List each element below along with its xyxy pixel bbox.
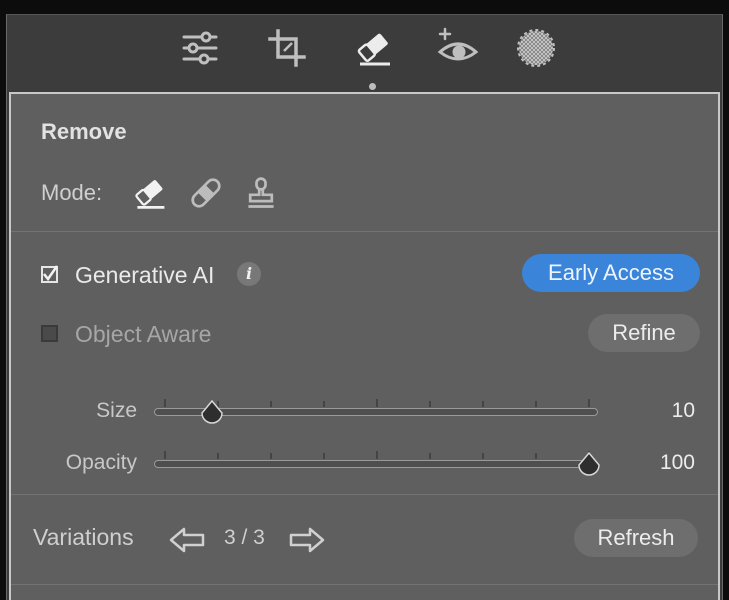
opacity-slider-track[interactable] — [154, 451, 600, 476]
mask-icon[interactable] — [514, 26, 558, 70]
next-variation-button[interactable] — [288, 526, 326, 554]
panel-title: Remove — [41, 119, 127, 144]
slider-tick — [429, 453, 431, 459]
generative-ai-label: Generative AI — [75, 262, 215, 288]
slider-tick — [535, 453, 537, 459]
slider-tick — [535, 401, 537, 407]
slider-tick — [429, 401, 431, 407]
early-access-button[interactable]: Early Access — [522, 254, 700, 292]
size-label: Size — [96, 399, 137, 422]
slider-tick — [588, 399, 590, 407]
object-aware-label: Object Aware — [75, 321, 212, 347]
refine-button[interactable]: Refine — [588, 314, 700, 352]
variations-count: 3 / 3 — [224, 526, 265, 549]
size-slider-thumb[interactable] — [200, 399, 224, 424]
remove-panel: Remove Mode: Generative AI i Early Acces… — [9, 92, 720, 600]
slider-tick — [323, 453, 325, 459]
slider-tick — [323, 401, 325, 407]
divider — [11, 584, 718, 585]
slider-tick — [376, 399, 378, 407]
slider-tick — [270, 401, 272, 407]
opacity-slider-thumb[interactable] — [577, 451, 601, 476]
slider-tick — [482, 453, 484, 459]
size-value[interactable]: 10 — [625, 399, 695, 423]
mode-eraser-icon[interactable] — [130, 173, 170, 213]
slider-tick — [270, 453, 272, 459]
opacity-value[interactable]: 100 — [625, 451, 695, 475]
divider — [11, 231, 718, 232]
slider-tick — [164, 399, 166, 407]
divider — [11, 494, 718, 495]
active-tool-indicator — [369, 83, 376, 90]
mode-label: Mode: — [41, 180, 103, 205]
previous-variation-button[interactable] — [168, 526, 206, 554]
slider-tick — [376, 451, 378, 459]
crop-icon[interactable] — [265, 26, 309, 70]
app-frame: Remove Mode: Generative AI i Early Acces… — [0, 0, 729, 600]
slider-tick — [164, 451, 166, 459]
arrow-left-icon — [169, 527, 205, 553]
size-slider-track[interactable] — [154, 399, 598, 424]
info-icon[interactable]: i — [237, 262, 261, 286]
sliders-icon[interactable] — [178, 26, 222, 70]
slider-tick — [217, 453, 219, 459]
arrow-right-icon — [289, 527, 325, 553]
refresh-button[interactable]: Refresh — [574, 519, 698, 557]
opacity-label: Opacity — [65, 451, 137, 474]
slider-tick — [482, 401, 484, 407]
object-aware-checkbox[interactable] — [41, 325, 58, 342]
generative-ai-checkbox[interactable] — [41, 265, 59, 283]
eraser-icon[interactable] — [352, 26, 396, 70]
mode-stamp-icon[interactable] — [241, 173, 281, 213]
mode-bandage-icon[interactable] — [186, 173, 226, 213]
eye-add-icon[interactable] — [436, 26, 480, 70]
variations-label: Variations — [33, 524, 134, 550]
